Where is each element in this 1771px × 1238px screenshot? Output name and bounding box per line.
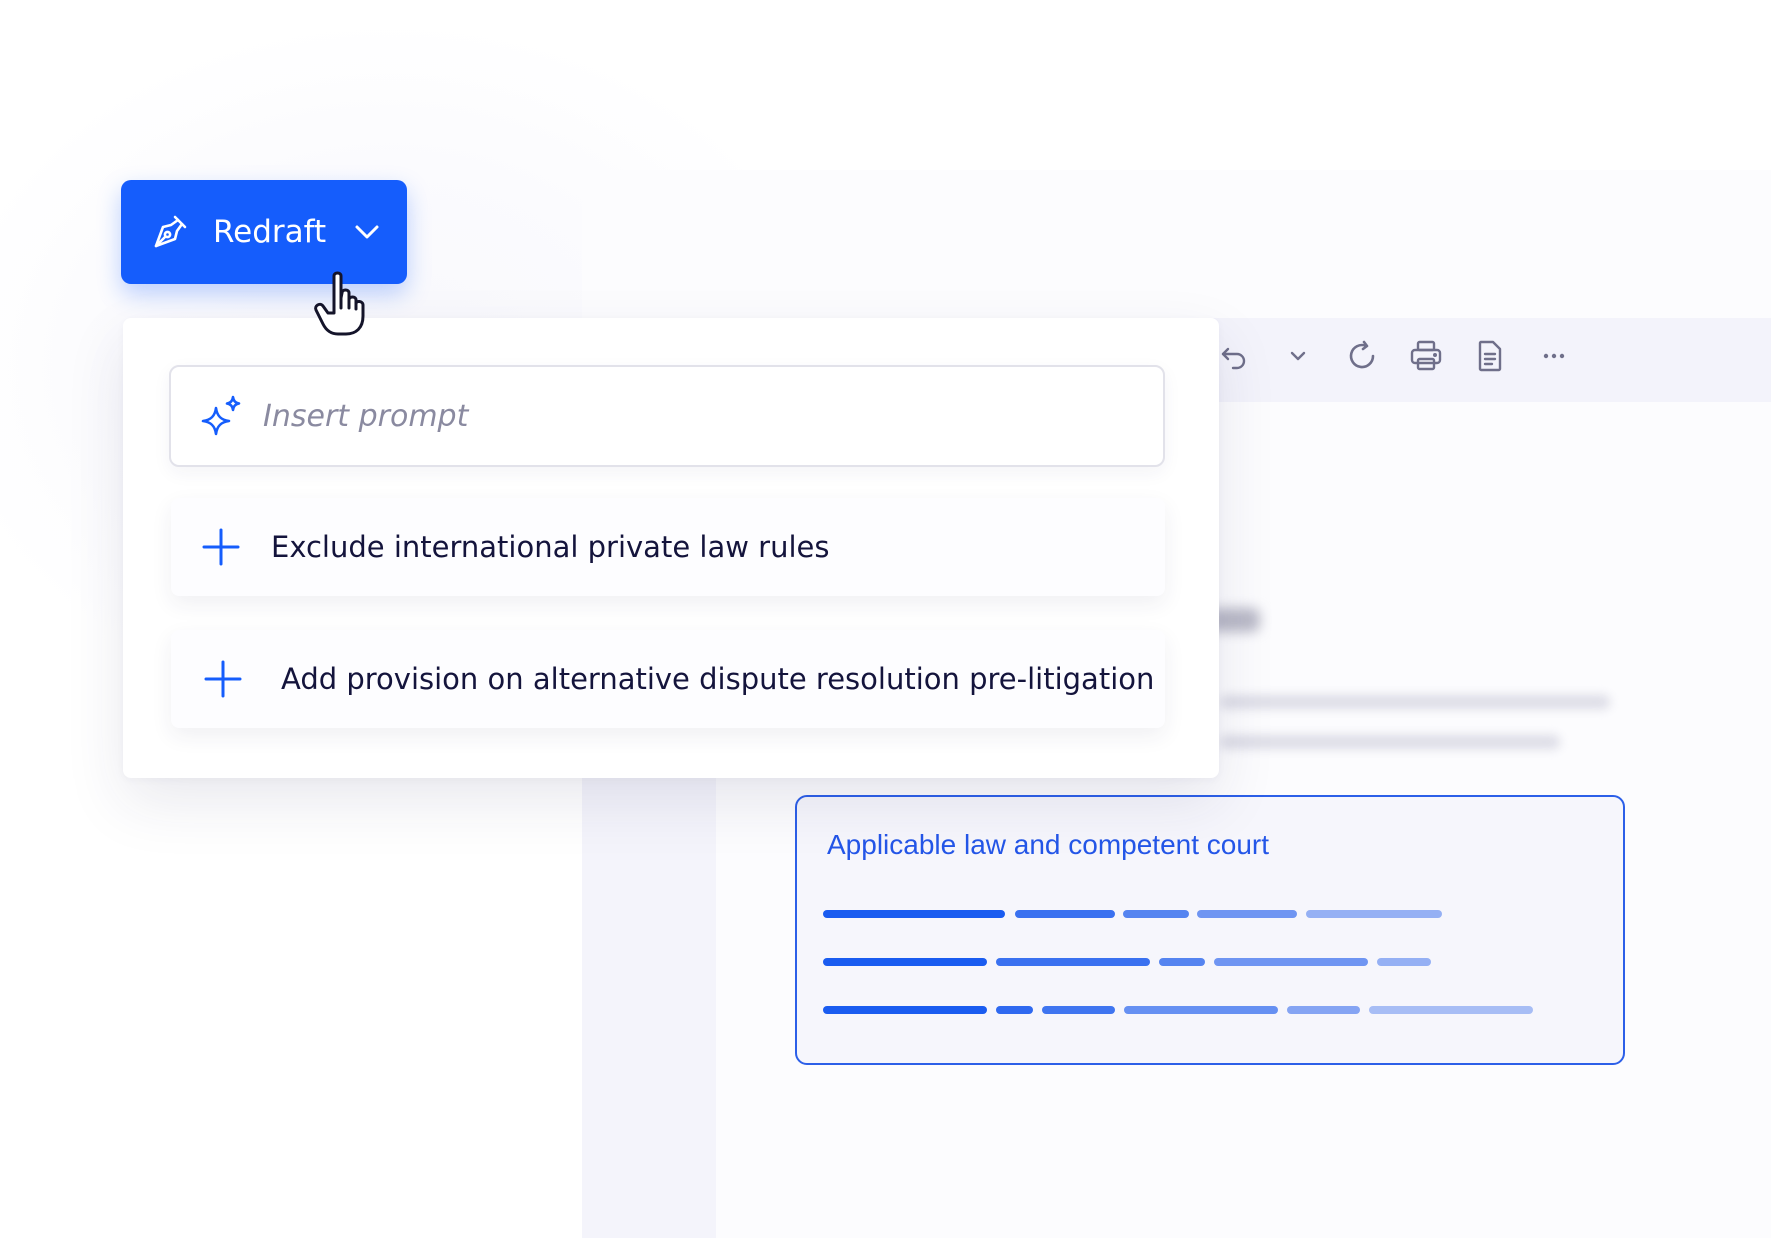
pen-icon bbox=[149, 211, 191, 253]
clause-text-line bbox=[823, 1006, 987, 1014]
clause-text-line bbox=[1306, 910, 1442, 918]
clause-text-line bbox=[1124, 1006, 1278, 1014]
prompt-input-box[interactable] bbox=[169, 365, 1165, 467]
plus-icon bbox=[203, 659, 243, 699]
clause-title: Applicable law and competent court bbox=[827, 829, 1270, 860]
clause-text-line bbox=[1159, 958, 1205, 966]
clause-text-line bbox=[1123, 910, 1189, 918]
suggestion-item[interactable]: Add provision on alternative dispute res… bbox=[171, 630, 1165, 728]
suggestion-label: Exclude international private law rules bbox=[271, 530, 830, 564]
clause-text-line bbox=[823, 958, 987, 966]
redraft-label: Redraft bbox=[213, 214, 327, 250]
clause-text-line bbox=[996, 1006, 1033, 1014]
blurred-text-line bbox=[1220, 735, 1560, 749]
hand-cursor-icon bbox=[312, 268, 374, 338]
more-icon[interactable] bbox=[1536, 338, 1572, 374]
document-sidebar bbox=[582, 760, 716, 1238]
blurred-text-line bbox=[1220, 695, 1610, 709]
prompt-input[interactable] bbox=[263, 398, 1063, 434]
clause-text-line bbox=[1377, 958, 1431, 966]
clause-text-line bbox=[1369, 1006, 1533, 1014]
clause-text-line bbox=[1214, 958, 1368, 966]
stage: Applicable law and competent court Redra… bbox=[0, 0, 1771, 1238]
refresh-icon[interactable] bbox=[1344, 338, 1380, 374]
clause-text-line bbox=[1042, 1006, 1115, 1014]
suggestion-label: Add provision on alternative dispute res… bbox=[281, 662, 1155, 696]
clause-text-line bbox=[1197, 910, 1297, 918]
redraft-dropdown: Exclude international private law rules … bbox=[123, 318, 1219, 778]
clause-text-line bbox=[1015, 910, 1115, 918]
clause-card[interactable]: Applicable law and competent court bbox=[795, 795, 1625, 1065]
sparkle-icon bbox=[199, 394, 243, 438]
clause-text-line bbox=[1287, 1006, 1360, 1014]
chevron-down-icon[interactable] bbox=[1280, 338, 1316, 374]
plus-icon bbox=[201, 527, 241, 567]
clause-text-line bbox=[996, 958, 1150, 966]
print-icon[interactable] bbox=[1408, 338, 1444, 374]
chevron-down-icon[interactable] bbox=[350, 215, 384, 249]
document-icon[interactable] bbox=[1472, 338, 1508, 374]
undo-icon[interactable] bbox=[1216, 338, 1252, 374]
clause-text-line bbox=[823, 910, 1005, 918]
suggestion-item[interactable]: Exclude international private law rules bbox=[171, 498, 1165, 596]
